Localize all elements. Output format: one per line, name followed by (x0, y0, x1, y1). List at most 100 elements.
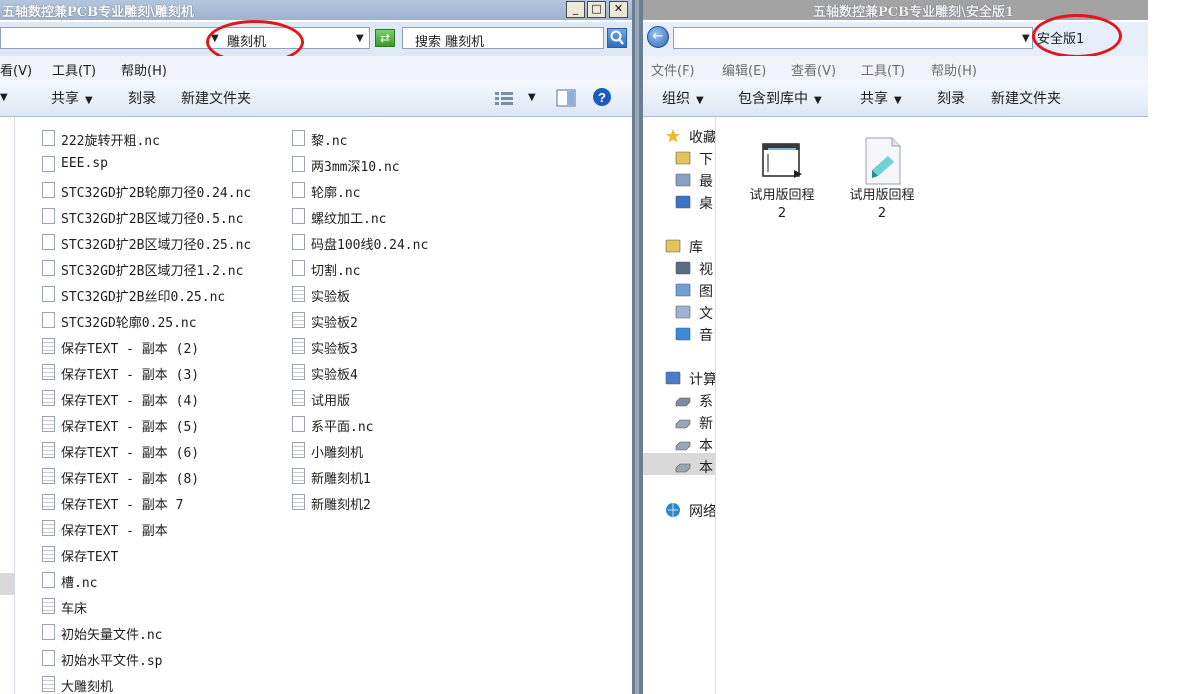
file-icon (42, 130, 55, 146)
recent-places-icon (675, 172, 691, 188)
menu-edit[interactable]: 编辑(E) (722, 60, 766, 79)
file-name: 大雕刻机 (61, 680, 114, 694)
view-options-icon[interactable] (494, 90, 514, 110)
file-name: STC32GD扩2B区域刀径0.5.nc (61, 212, 244, 227)
item-label: 试用版回程 (849, 188, 915, 203)
share-button[interactable]: 共享 ▼ (860, 88, 902, 108)
organize-button[interactable]: 组织 ▼ (662, 88, 704, 108)
nav-label: 文 (699, 306, 713, 322)
view-dropdown-icon[interactable]: ▼ (528, 88, 536, 104)
menu-view[interactable]: 查看(V) (791, 60, 836, 79)
file-name: 保存TEXT - 副本 (8) (61, 472, 200, 487)
menu-view[interactable]: 看(V) (0, 60, 32, 79)
minimize-button[interactable]: _ (566, 1, 585, 18)
drive-icon (675, 436, 691, 452)
preview-pane-icon[interactable] (556, 89, 576, 111)
file-icon (42, 260, 55, 276)
share-button[interactable]: 共享 ▼ (51, 88, 93, 108)
system-drive-icon (675, 392, 691, 408)
file-name: 黎.nc (311, 134, 348, 149)
left-address-bar[interactable]: ▼ 雕刻机 ▼ (0, 27, 370, 50)
address-dropdown-icon[interactable]: ▼ (356, 33, 364, 44)
file-name: 轮廓.nc (311, 186, 361, 201)
library-icon (665, 238, 681, 254)
new-folder-button[interactable]: 新建文件夹 (181, 88, 251, 108)
item-label: 试用版回程 (749, 188, 815, 203)
nav-label: 计算 (689, 372, 716, 388)
item-program[interactable]: 试用版回程 2 (739, 136, 825, 222)
nav-selected-item[interactable] (0, 573, 14, 595)
file-icon (42, 312, 55, 328)
file-name: 小雕刻机 (311, 446, 364, 461)
right-menu-bar: 文件(F) 编辑(E) 查看(V) 工具(T) 帮助(H) (643, 56, 1148, 80)
item-document[interactable]: 试用版回程 2 (839, 136, 925, 222)
nav-label: 收藏 (689, 130, 716, 146)
file-name: 保存TEXT (61, 550, 119, 565)
file-name: 实验板3 (311, 342, 358, 357)
file-name: 新雕刻机2 (311, 498, 371, 513)
back-arrow-icon[interactable]: ← (647, 26, 669, 48)
help-icon[interactable]: ? (592, 87, 612, 111)
pictures-icon (675, 282, 691, 298)
share-label: 共享 (51, 91, 79, 107)
text-file-icon (292, 338, 305, 354)
refresh-icon[interactable]: ⇄ (375, 29, 395, 47)
file-name: 切割.nc (311, 264, 361, 279)
nav-label: 图 (699, 284, 713, 300)
right-window-title: 五轴数控兼PCB专业雕刻\安全版1 (813, 5, 1014, 20)
file-name: 初始水平文件.sp (61, 654, 163, 669)
address-dropdown-icon[interactable]: ▼ (1022, 33, 1030, 44)
left-title-bar[interactable]: 五轴数控兼PCB专业雕刻\雕刻机 _ □ ✕ (0, 0, 632, 20)
file-name: 螺纹加工.nc (311, 212, 387, 227)
file-name: 保存TEXT - 副本 (4) (61, 394, 200, 409)
menu-tools[interactable]: 工具(T) (861, 60, 905, 79)
menu-file[interactable]: 文件(F) (651, 60, 695, 79)
video-icon (675, 260, 691, 276)
file-icon (292, 182, 305, 198)
file-icon (42, 286, 55, 302)
file-name: STC32GD扩2B区域刀径0.25.nc (61, 238, 252, 253)
file-name: STC32GD扩2B丝印0.25.nc (61, 290, 226, 305)
file-icon (42, 156, 55, 172)
item-label-line2: 2 (777, 206, 787, 221)
file-name: 保存TEXT - 副本 (6) (61, 446, 200, 461)
file-name: 系平面.nc (311, 420, 374, 435)
annotation-circle-right (1032, 14, 1122, 58)
nav-label: 网络 (689, 504, 716, 520)
program-icon (760, 136, 804, 186)
desktop-icon (675, 194, 691, 210)
file-name: 保存TEXT - 副本 (3) (61, 368, 200, 383)
file-icon (292, 416, 305, 432)
nav-label: 本 (699, 438, 713, 454)
search-icon[interactable] (607, 28, 627, 48)
file-name: EEE.sp (61, 156, 108, 171)
nav-label: 最 (699, 174, 713, 190)
item-label-line2: 2 (877, 206, 887, 221)
computer-icon (665, 370, 681, 386)
new-folder-button[interactable]: 新建文件夹 (991, 88, 1061, 108)
nav-label: 库 (689, 240, 703, 256)
search-input[interactable]: 搜索 雕刻机 (402, 27, 604, 50)
menu-help[interactable]: 帮助(H) (121, 60, 167, 79)
file-icon (42, 182, 55, 198)
right-command-bar: 组织 ▼ 包含到库中 ▼ 共享 ▼ 刻录 新建文件夹 (643, 80, 1148, 117)
burn-button[interactable]: 刻录 (937, 88, 965, 108)
file-name: 两3mm深10.nc (311, 160, 400, 175)
close-button[interactable]: ✕ (609, 1, 628, 18)
menu-tools[interactable]: 工具(T) (52, 60, 96, 79)
menu-help[interactable]: 帮助(H) (931, 60, 977, 79)
download-folder-icon (675, 150, 691, 166)
star-icon (665, 128, 681, 144)
file-icon (292, 130, 305, 146)
text-file-icon (292, 442, 305, 458)
burn-button[interactable]: 刻录 (128, 88, 156, 108)
include-library-button[interactable]: 包含到库中 ▼ (738, 88, 822, 108)
left-nav-pane[interactable] (0, 117, 15, 694)
text-file-icon (292, 286, 305, 302)
toolbar-caret-icon[interactable]: ▼ (0, 88, 8, 104)
nav-label: 本 (699, 460, 713, 476)
file-name: 试用版 (311, 394, 351, 409)
text-file-icon (42, 442, 55, 458)
right-address-bar[interactable]: ▼ (673, 27, 1033, 49)
maximize-button[interactable]: □ (587, 1, 606, 18)
